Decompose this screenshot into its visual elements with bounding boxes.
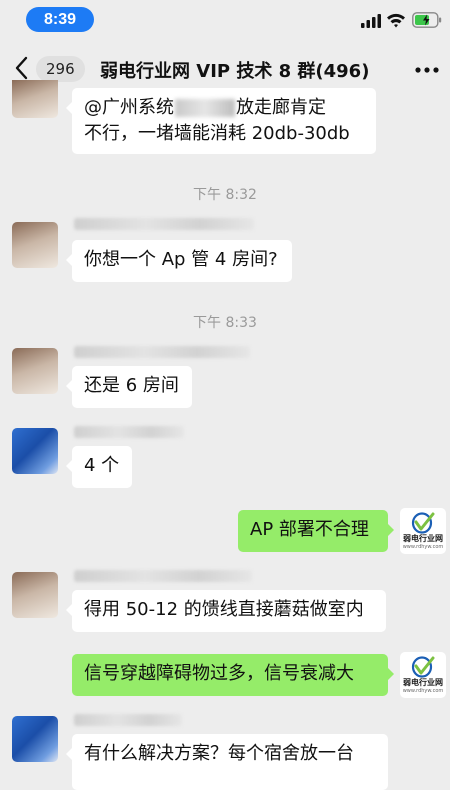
chat-header: 296 弱电行业网 VIP 技术 8 群(496): [0, 44, 450, 94]
sender-name: [74, 346, 250, 358]
sender-avatar[interactable]: [12, 428, 58, 474]
wifi-icon: [387, 13, 405, 28]
message-text: 还是 6 房间: [84, 375, 179, 396]
message-text: 有什么解决方案？每个宿舍放一台: [84, 743, 354, 764]
more-options-icon[interactable]: [414, 66, 440, 74]
sender-avatar[interactable]: [12, 716, 58, 762]
message-text: 4 个: [84, 455, 120, 476]
message-bubble[interactable]: @广州系统 放走廊肯定 不行，一堵墙能消耗 20db-30db: [66, 88, 376, 154]
message-bubble[interactable]: 你想一个 Ap 管 4 房间?: [66, 240, 292, 282]
timestamp: 下午 8:32: [193, 187, 257, 203]
battery-icon: [412, 12, 442, 28]
redacted-text: [175, 99, 235, 117]
logo-url: www.rdhyw.com: [402, 687, 444, 694]
sender-name: [74, 570, 252, 582]
sender-avatar[interactable]: [12, 80, 58, 118]
sender-name: [74, 426, 184, 438]
status-bar: 8:39: [0, 0, 450, 40]
logo-url: www.rdhyw.com: [402, 543, 444, 550]
message-text: 得用 50-12 的馈线直接蘑菇做室内: [84, 599, 364, 620]
sender-avatar[interactable]: [12, 348, 58, 394]
unread-count-badge[interactable]: 296: [36, 56, 85, 82]
my-message-bubble[interactable]: 信号穿越障碍物过多，信号衰减大: [72, 654, 394, 696]
message-text: @广州系统: [84, 97, 174, 118]
chat-title: 弱电行业网 VIP 技术 8 群(496): [100, 61, 370, 82]
message-bubble[interactable]: 还是 6 房间: [66, 366, 192, 408]
my-avatar[interactable]: 弱电行业网 www.rdhyw.com: [400, 508, 446, 554]
message-text: 你想一个 Ap 管 4 房间?: [84, 249, 278, 270]
status-time: 8:39: [26, 7, 94, 32]
sender-name: [74, 714, 182, 726]
message-text: 放走廊肯定: [236, 97, 326, 118]
my-message-bubble[interactable]: AP 部署不合理: [238, 510, 394, 552]
back-arrow-icon[interactable]: [12, 56, 32, 80]
signal-icon: [361, 14, 381, 28]
sender-avatar[interactable]: [12, 222, 58, 268]
logo-name: 弱电行业网: [403, 677, 443, 687]
logo-check-icon: [411, 511, 435, 534]
message-bubble[interactable]: 得用 50-12 的馈线直接蘑菇做室内: [66, 590, 386, 632]
sender-name: [74, 218, 254, 230]
message-bubble[interactable]: 4 个: [66, 446, 132, 488]
message-text: AP 部署不合理: [250, 519, 369, 540]
sender-avatar[interactable]: [12, 572, 58, 618]
my-avatar[interactable]: 弱电行业网 www.rdhyw.com: [400, 652, 446, 698]
message-text: 不行，一堵墙能消耗 20db-30db: [84, 123, 350, 144]
logo-name: 弱电行业网: [403, 533, 443, 543]
logo-check-icon: [411, 655, 435, 678]
timestamp: 下午 8:33: [193, 315, 257, 331]
message-bubble[interactable]: 有什么解决方案？每个宿舍放一台: [66, 734, 388, 790]
message-text: 信号穿越障碍物过多，信号衰减大: [84, 663, 354, 684]
